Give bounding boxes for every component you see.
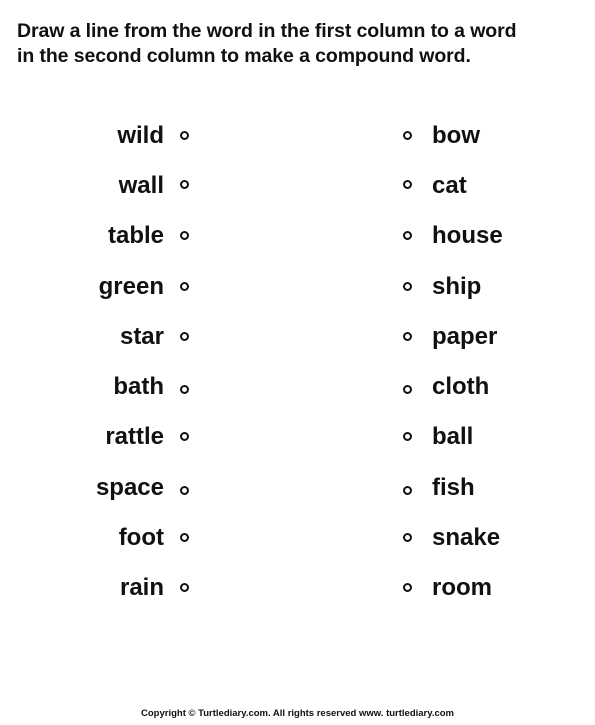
left-connector-dot[interactable] [180, 180, 189, 189]
right-connector-dot[interactable] [403, 432, 412, 441]
right-connector-dot[interactable] [403, 533, 412, 542]
right-word: house [432, 222, 503, 249]
left-connector-dot[interactable] [180, 533, 189, 542]
right-connector-dot[interactable] [403, 180, 412, 189]
left-connector-dot[interactable] [180, 332, 189, 341]
right-connector-dot[interactable] [403, 583, 412, 592]
instructions-line-1: Draw a line from the word in the first c… [17, 20, 517, 42]
right-connector-dot[interactable] [403, 486, 412, 495]
right-word: ball [432, 423, 474, 450]
left-word: wild [117, 122, 164, 149]
left-connector-dot[interactable] [180, 583, 189, 592]
instructions-line-2: in the second column to make a compound … [17, 45, 471, 67]
right-word: ship [432, 273, 482, 300]
left-word: table [107, 222, 164, 249]
left-word: green [98, 273, 164, 300]
left-word: bath [113, 373, 164, 400]
right-word: fish [432, 474, 475, 501]
right-connector-dot[interactable] [403, 231, 412, 240]
left-connector-dot[interactable] [180, 486, 189, 495]
copyright-footer: Copyright © Turtlediary.com. All rights … [141, 708, 454, 719]
right-connector-dot[interactable] [403, 385, 412, 394]
instructions: Draw a line from the word in the first c… [17, 19, 516, 69]
left-word: foot [118, 524, 164, 551]
right-word: bow [432, 122, 480, 149]
right-word: snake [432, 524, 501, 551]
right-connector-dot[interactable] [403, 282, 412, 291]
left-word: star [119, 323, 164, 350]
right-word: cat [432, 172, 467, 199]
left-word: rain [119, 574, 164, 601]
left-word: space [95, 474, 164, 501]
left-connector-dot[interactable] [180, 131, 189, 140]
left-connector-dot[interactable] [180, 231, 189, 240]
left-word: wall [118, 172, 164, 199]
right-connector-dot[interactable] [403, 332, 412, 341]
left-connector-dot[interactable] [180, 282, 189, 291]
right-word: room [432, 574, 492, 601]
left-connector-dot[interactable] [180, 385, 189, 394]
right-connector-dot[interactable] [403, 131, 412, 140]
left-word: rattle [105, 423, 164, 450]
right-word: cloth [432, 373, 490, 400]
left-connector-dot[interactable] [180, 432, 189, 441]
right-word: paper [432, 323, 498, 350]
